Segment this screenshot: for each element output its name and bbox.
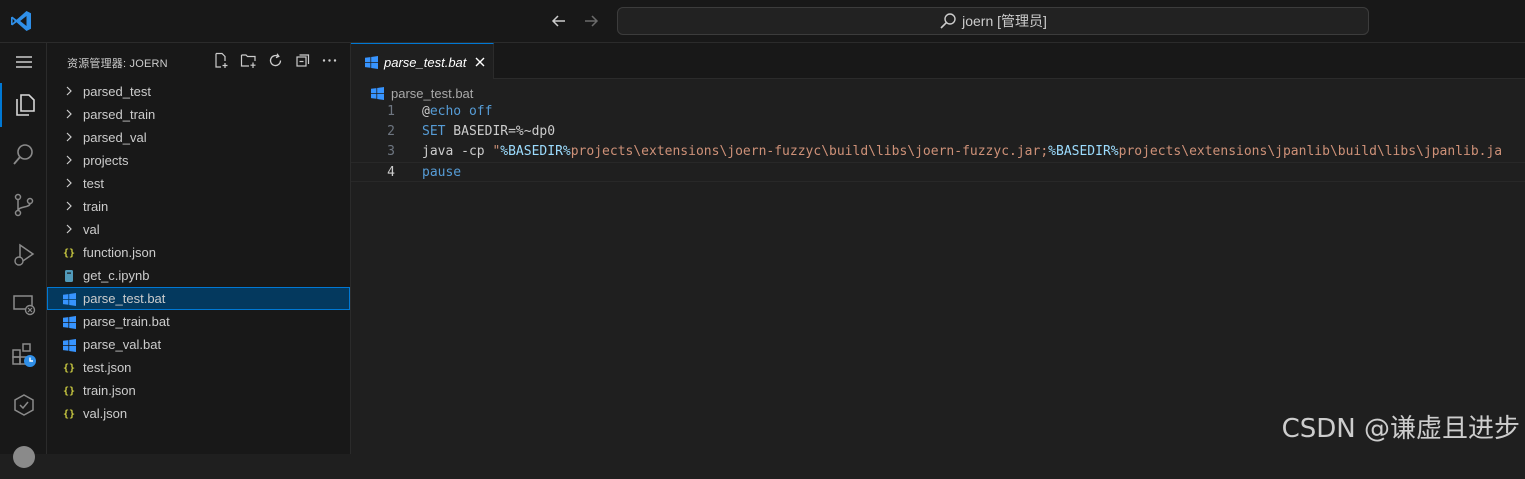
line-number: 1 bbox=[387, 104, 395, 119]
tree-item-label: parsed_test bbox=[83, 84, 151, 99]
search-icon bbox=[939, 12, 957, 30]
tree-item-label: parse_test.bat bbox=[83, 291, 166, 306]
new-folder-icon[interactable] bbox=[240, 52, 257, 69]
tree-file-train-json[interactable]: {} train.json bbox=[47, 379, 350, 402]
search-view-icon[interactable] bbox=[0, 133, 47, 177]
tree-folder-val[interactable]: val bbox=[47, 218, 350, 241]
chevron-right-icon bbox=[62, 153, 76, 167]
tree-folder-parsed_val[interactable]: parsed_val bbox=[47, 126, 350, 149]
code-text: java -cp "%BASEDIR%projects\extensions\j… bbox=[422, 144, 1503, 159]
tree-file-function-json[interactable]: {} function.json bbox=[47, 241, 350, 264]
explorer-icon[interactable] bbox=[0, 83, 47, 127]
testing-icon[interactable] bbox=[0, 383, 47, 427]
tree-file-parse_val-bat[interactable]: parse_val.bat bbox=[47, 333, 350, 356]
explorer-title: 资源管理器: JOERN bbox=[67, 58, 168, 70]
code-editor[interactable]: 1 @echo off 2 SET BASEDIR=%~dp0 3 java -… bbox=[351, 102, 1525, 182]
tree-item-label: parsed_train bbox=[83, 107, 156, 122]
source-control-icon[interactable] bbox=[0, 183, 47, 227]
code-line-current: 4 pause bbox=[351, 162, 1525, 182]
chevron-right-icon bbox=[62, 199, 76, 213]
notebook-file-icon bbox=[62, 269, 76, 283]
chevron-right-icon bbox=[62, 222, 76, 236]
menu-icon[interactable] bbox=[0, 43, 47, 81]
close-icon[interactable] bbox=[472, 54, 488, 70]
breadcrumb[interactable]: parse_test.bat bbox=[371, 84, 473, 102]
run-debug-icon[interactable] bbox=[0, 233, 47, 277]
tree-item-label: test bbox=[83, 176, 104, 191]
breadcrumb-file: parse_test.bat bbox=[391, 85, 474, 101]
explorer-sidebar: 资源管理器: JOERN parsed_test parsed_train pa… bbox=[47, 43, 351, 454]
tree-folder-parsed_train[interactable]: parsed_train bbox=[47, 103, 350, 126]
explorer-actions bbox=[213, 52, 338, 69]
json-file-icon: {} bbox=[62, 408, 76, 420]
windows-bat-file-icon bbox=[371, 86, 384, 100]
windows-bat-file-icon bbox=[365, 56, 378, 72]
json-file-icon: {} bbox=[62, 385, 76, 397]
tree-item-label: val bbox=[83, 222, 100, 237]
line-number: 3 bbox=[387, 144, 395, 159]
tree-item-label: train bbox=[83, 199, 109, 214]
back-arrow-icon[interactable] bbox=[548, 10, 570, 32]
tree-item-label: get_c.ipynb bbox=[83, 268, 150, 283]
more-actions-icon[interactable] bbox=[321, 52, 338, 69]
tree-item-label: parse_val.bat bbox=[83, 337, 162, 352]
tree-folder-parsed_test[interactable]: parsed_test bbox=[47, 80, 350, 103]
chevron-right-icon bbox=[62, 84, 76, 98]
title-bar: joern [管理员] bbox=[0, 0, 1525, 43]
chevron-right-icon bbox=[62, 107, 76, 121]
line-number: 2 bbox=[387, 124, 395, 139]
tree-item-label: parsed_val bbox=[83, 130, 147, 145]
json-file-icon: {} bbox=[62, 247, 76, 259]
editor-tabs: parse_test.bat bbox=[351, 43, 1525, 79]
tree-item-label: function.json bbox=[83, 245, 156, 260]
windows-bat-file-icon bbox=[62, 292, 76, 306]
chevron-right-icon bbox=[62, 130, 76, 144]
code-text: SET BASEDIR=%~dp0 bbox=[422, 124, 556, 139]
account-icon[interactable] bbox=[0, 435, 47, 479]
code-line: 3 java -cp "%BASEDIR%projects\extensions… bbox=[351, 142, 1525, 162]
code-text: @echo off bbox=[422, 104, 493, 119]
explorer-header: 资源管理器: JOERN bbox=[47, 43, 350, 79]
collapse-all-icon[interactable] bbox=[294, 52, 311, 69]
code-line: 2 SET BASEDIR=%~dp0 bbox=[351, 122, 1525, 142]
chevron-right-icon bbox=[62, 176, 76, 190]
windows-bat-file-icon bbox=[62, 315, 76, 329]
code-line: 1 @echo off bbox=[351, 102, 1525, 122]
tree-item-label: train.json bbox=[83, 383, 136, 398]
code-text: pause bbox=[422, 165, 462, 180]
tree-folder-test[interactable]: test bbox=[47, 172, 350, 195]
windows-bat-file-icon bbox=[62, 338, 76, 352]
tree-item-label: test.json bbox=[83, 360, 132, 375]
tree-folder-train[interactable]: train bbox=[47, 195, 350, 218]
tree-item-label: projects bbox=[83, 153, 129, 168]
csdn-watermark: CSDN @谦虚且进步 bbox=[1281, 414, 1520, 444]
tree-item-label: parse_train.bat bbox=[83, 314, 170, 329]
command-center-search[interactable]: joern [管理员] bbox=[617, 7, 1369, 35]
tab-parse_test-bat[interactable]: parse_test.bat bbox=[351, 43, 494, 79]
tree-file-parse_test-bat[interactable]: parse_test.bat bbox=[47, 287, 350, 310]
editor-area: parse_test.bat parse_test.bat 1 @echo of… bbox=[351, 43, 1525, 454]
tree-file-val-json[interactable]: {} val.json bbox=[47, 402, 350, 425]
vscode-logo-icon bbox=[9, 9, 33, 33]
tree-file-get_c-ipynb[interactable]: get_c.ipynb bbox=[47, 264, 350, 287]
activity-bar bbox=[0, 43, 47, 468]
line-number: 4 bbox=[387, 165, 395, 180]
tree-file-test-json[interactable]: {} test.json bbox=[47, 356, 350, 379]
command-center-label: joern [管理员] bbox=[962, 13, 1047, 29]
extensions-icon[interactable] bbox=[0, 333, 47, 377]
refresh-icon[interactable] bbox=[267, 52, 284, 69]
forward-arrow-icon[interactable] bbox=[580, 10, 602, 32]
json-file-icon: {} bbox=[62, 362, 76, 374]
tree-folder-projects[interactable]: projects bbox=[47, 149, 350, 172]
file-tree: parsed_test parsed_train parsed_val proj… bbox=[47, 80, 350, 425]
new-file-icon[interactable] bbox=[213, 52, 230, 69]
remote-explorer-icon[interactable] bbox=[0, 283, 47, 327]
tab-label: parse_test.bat bbox=[384, 55, 467, 70]
tree-item-label: val.json bbox=[83, 406, 128, 421]
tree-file-parse_train-bat[interactable]: parse_train.bat bbox=[47, 310, 350, 333]
